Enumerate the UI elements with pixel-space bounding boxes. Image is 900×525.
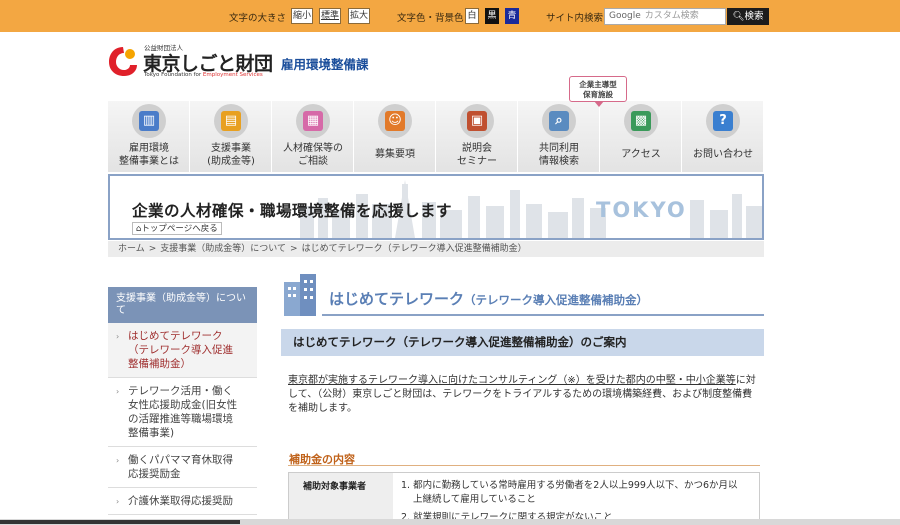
nav-item-label: 募集要項 (375, 149, 415, 160)
department-name: 雇用環境整備課 (281, 57, 369, 72)
chevron-right-icon: › (116, 497, 120, 506)
logo-en-highlight: Employment Services (202, 72, 263, 78)
nav-item-label: 説明会 セミナー (457, 143, 497, 167)
building-page-icon (284, 274, 316, 316)
page-title-sub: （テレワーク導入促進整備補助金） (464, 293, 649, 307)
nav-item-0[interactable]: ▥ 雇用環境 整備事業とは (108, 101, 190, 172)
page-title-main: はじめてテレワーク (329, 290, 465, 308)
horizontal-scrollbar[interactable] (0, 519, 900, 525)
table-line: 上継続して雇用していること (413, 494, 536, 505)
text-size-small-button[interactable]: 縮小 (291, 8, 313, 24)
accessibility-toolbar: 文字の大きさ 縮小 標準 拡大 文字色・背景色 白 黒 青 サイト内検索 Goo… (0, 0, 900, 32)
sidebar-item-label: テレワーク活用・働く 女性応援助成金(旧女性 の活躍推進等職場環境 整備事業) (128, 385, 238, 439)
nav-item-7[interactable]: ? お問い合わせ (682, 101, 764, 172)
text-size-label: 文字の大きさ (229, 13, 287, 24)
search-doc-icon: ⌕ (542, 104, 576, 138)
site-search-input[interactable]: Google カスタム検索 (604, 8, 726, 25)
hero-title: 企業の人材確保・職場環境整備を応援します (132, 202, 453, 220)
sidebar: 支援事業（助成金等）について › はじめてテレワーク （テレワーク導入促進 整備補… (108, 287, 257, 515)
people-icon: ☺ (378, 104, 412, 138)
sidebar-item-kaigo[interactable]: › 介護休業取得応援奨励 (108, 488, 257, 515)
nav-item-label: お問い合わせ (693, 149, 753, 160)
train-icon: ▩ (624, 104, 658, 138)
nav-item-3[interactable]: ☺ 募集要項 (354, 101, 436, 172)
sidebar-heading[interactable]: 支援事業（助成金等）について (108, 287, 257, 323)
nav-item-label: 人材確保等の ご相談 (283, 143, 343, 167)
breadcrumb-home[interactable]: ホーム (118, 244, 145, 254)
search-placeholder: カスタム検索 (644, 11, 699, 21)
nav-item-5[interactable]: ⌕ 共同利用 情報検索 (518, 101, 600, 172)
sidebar-item-label: 介護休業取得応援奨励 (128, 495, 233, 507)
presentation-icon: ▣ (460, 104, 494, 138)
text-size-standard-button[interactable]: 標準 (319, 8, 341, 24)
color-white-button[interactable]: 白 (465, 8, 479, 24)
sidebar-item-telework-josei[interactable]: › テレワーク活用・働く 女性応援助成金(旧女性 の活躍推進等職場環境 整備事業) (108, 378, 257, 447)
nav-item-1[interactable]: ▤ 支援事業 (助成金等) (190, 101, 272, 172)
back-to-top-link[interactable]: ⌂トップページへ戻る (132, 222, 222, 235)
document-icon: ▤ (214, 104, 248, 138)
breadcrumb: ホーム > 支援事業（助成金等）について > はじめてテレワーク（テレワーク導入促進整備… (108, 241, 764, 257)
title-divider (322, 314, 764, 316)
section-heading: はじめてテレワーク（テレワーク導入促進整備補助金）のご案内 (281, 329, 764, 356)
back-link-label: トップページへ戻る (141, 224, 218, 234)
page-title: はじめてテレワーク（テレワーク導入促進整備補助金） (329, 288, 648, 309)
main-navigation: ▥ 雇用環境 整備事業とは ▤ 支援事業 (助成金等) ▦ 人材確保等の ご相談 ☺ 募集要項… (108, 101, 764, 172)
google-label: Google (609, 11, 641, 21)
nav-item-label: 共同利用 情報検索 (539, 143, 579, 167)
logo-en-prefix: Tokyo Foundation for (144, 72, 203, 78)
chevron-right-icon: › (116, 332, 120, 341)
nav-item-label: アクセス (621, 149, 661, 160)
building-icon: ▥ (132, 104, 166, 138)
table-line: 1. 都内に勤務している常時雇用する労働者を2人以上999人以下、かつ6か月以 (401, 480, 738, 491)
nav-item-label: 雇用環境 整備事業とは (119, 143, 179, 167)
sidebar-item-label: 働くパパママ育休取得 応援奨励金 (128, 454, 233, 480)
breadcrumb-support[interactable]: 支援事業（助成金等）について (160, 244, 286, 254)
chevron-right-icon: › (116, 387, 120, 396)
table-header-cell: 補助対象事業者 (289, 473, 393, 525)
breadcrumb-separator: > (290, 244, 298, 254)
eligibility-table: 補助対象事業者 1. 都内に勤務している常時雇用する労働者を2人以上999人以下… (288, 472, 760, 525)
site-search-label: サイト内検索 (546, 13, 604, 24)
chevron-right-icon: › (116, 456, 120, 465)
sidebar-item-label: はじめてテレワーク （テレワーク導入促進 整備補助金） (128, 330, 233, 370)
text-size-large-button[interactable]: 拡大 (348, 8, 370, 24)
nav-item-4[interactable]: ▣ 説明会 セミナー (436, 101, 518, 172)
nav-item-label: 支援事業 (助成金等) (207, 143, 255, 167)
logo-english-text: Tokyo Foundation for Employment Services (144, 72, 263, 78)
sidebar-item-hajimete-telework[interactable]: › はじめてテレワーク （テレワーク導入促進 整備補助金） (108, 323, 257, 378)
color-black-button[interactable]: 黒 (485, 8, 499, 24)
subsidy-divider (288, 465, 760, 466)
site-logo[interactable]: 公益財団法人 東京しごと財団 Tokyo Foundation for Empl… (106, 42, 276, 82)
intro-paragraph: 東京都が実施するテレワーク導入に向けたコンサルティング（※）を受けた都内の中堅・… (288, 374, 760, 416)
question-icon: ? (706, 104, 740, 138)
intro-underlined-text: 東京都が実施するテレワーク導入に向けたコンサルティング（※）を受けた都内の中堅・… (288, 375, 736, 386)
breadcrumb-separator: > (148, 244, 157, 254)
color-label: 文字色・背景色 (397, 13, 464, 24)
search-button[interactable]: 🔍︎検索 (727, 8, 769, 25)
sidebar-item-papamama[interactable]: › 働くパパママ育休取得 応援奨励金 (108, 447, 257, 488)
search-button-label: 検索 (744, 11, 764, 22)
nav-item-6[interactable]: ▩ アクセス (600, 101, 682, 172)
nav-callout-badge[interactable]: 企業主導型 保育施設 (569, 76, 627, 107)
search-icon: 🔍︎ (732, 11, 745, 22)
nav-item-2[interactable]: ▦ 人材確保等の ご相談 (272, 101, 354, 172)
color-blue-button[interactable]: 青 (505, 8, 519, 24)
breadcrumb-current: はじめてテレワーク（テレワーク導入促進整備補助金） (301, 244, 527, 254)
scrollbar-thumb[interactable] (0, 520, 240, 524)
clipboard-icon: ▦ (296, 104, 330, 138)
foundation-logo-icon (109, 47, 137, 76)
hero-tokyo-text: TOKYO (596, 198, 687, 222)
